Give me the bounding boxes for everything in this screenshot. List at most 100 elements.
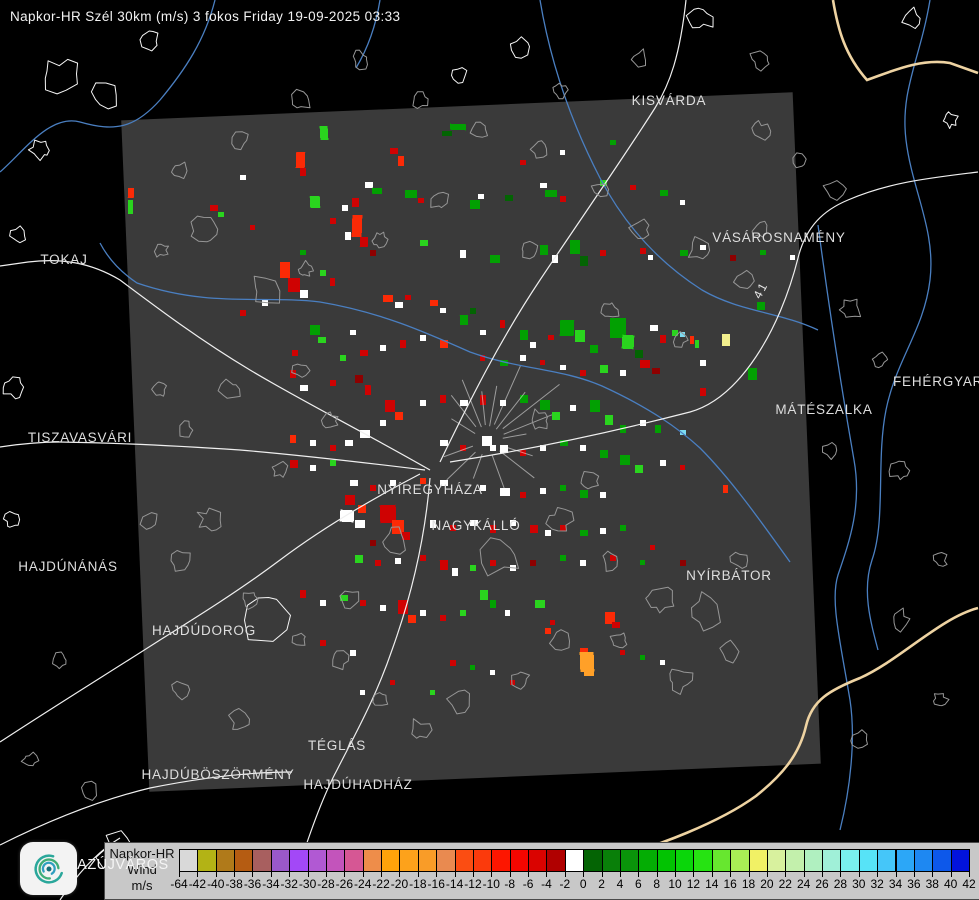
radar-cell (579, 444, 587, 452)
radar-cell (544, 529, 552, 537)
legend-color-box (436, 849, 456, 872)
radar-cell (351, 197, 360, 208)
legend-color-box (270, 849, 291, 872)
radar-cell (344, 231, 352, 241)
legend-tick-label: -34 (262, 877, 280, 891)
legend-tick-label: -10 (482, 877, 500, 891)
legend-color-box (215, 849, 236, 872)
legend-tick-label: -64 (170, 877, 188, 891)
legend-tick-label: -40 (207, 877, 225, 891)
radar-cell (539, 487, 547, 495)
radar-cell (354, 519, 366, 529)
radar-cell (397, 599, 409, 615)
radar-cell (540, 360, 545, 365)
city-label-vsrosnamny: VÁSÁROSNAMÉNY (712, 230, 846, 245)
legend-tick-label: 38 (925, 877, 939, 891)
radar-cell (309, 195, 321, 209)
radar-cell (759, 249, 767, 256)
radar-cell (600, 528, 606, 534)
legend-color-box (325, 849, 346, 872)
radar-cell (721, 333, 731, 347)
legend-color-box (399, 849, 419, 872)
legend-tick-label: -30 (298, 877, 317, 891)
radar-cell (364, 181, 374, 189)
radar-app-window: Napkor-HR Szél 30km (m/s) 3 fokos Friday… (0, 0, 979, 900)
city-label-mtszalka: MÁTÉSZALKA (775, 402, 873, 417)
radar-cell (539, 244, 549, 256)
radar-cell (534, 599, 546, 609)
radar-cell (380, 605, 386, 611)
radar-cell (551, 411, 561, 421)
radar-cell (394, 301, 404, 309)
radar-cell (559, 484, 567, 492)
legend-tick-label: 4 (616, 877, 624, 891)
radar-cell (249, 224, 256, 231)
radar-cell (619, 454, 631, 466)
legend-color-box (730, 849, 750, 872)
legend-color-box (822, 849, 842, 872)
radar-cell (579, 255, 589, 267)
legend-tick-label: -38 (225, 877, 243, 891)
radar-cell (689, 335, 695, 345)
legend-color-box (913, 849, 934, 872)
legend-title-line3: m/s (131, 878, 153, 893)
radar-cell (700, 360, 706, 366)
radar-cell (479, 589, 489, 601)
legend-color-box (381, 849, 401, 872)
legend-tick-label: 24 (796, 877, 811, 891)
radar-cell (589, 399, 601, 413)
radar-cell (659, 459, 667, 467)
legend-color-box (179, 849, 199, 872)
city-label-hajdnns: HAJDÚNÁNÁS (18, 559, 118, 574)
radar-cell (509, 679, 516, 686)
radar-cell (354, 554, 364, 564)
radar-cell (630, 185, 636, 190)
radar-cell (127, 199, 134, 215)
legend-color-box (546, 849, 566, 872)
legend-color-box (362, 849, 383, 872)
radar-cell (439, 439, 449, 447)
radar-cell (679, 249, 689, 257)
radar-cell (619, 369, 627, 377)
radar-cell (379, 344, 387, 352)
radar-cell (459, 399, 469, 407)
radar-cell (319, 599, 327, 607)
radar-cell (295, 151, 306, 169)
radar-cell (499, 319, 506, 329)
legend-tick-label: -12 (464, 877, 482, 891)
legend-color-box (307, 849, 327, 872)
radar-cell (289, 434, 297, 444)
radar-cell (299, 167, 307, 177)
radar-cell (469, 664, 476, 671)
city-label-nyregyhza: NYÍREGYHÁZA (377, 482, 483, 497)
radar-cell (449, 659, 457, 667)
radar-cell (379, 419, 387, 427)
city-label-nagykll: NAGYKÁLLÓ (431, 518, 521, 533)
legend-color-box (675, 849, 695, 872)
radar-cell (459, 249, 467, 259)
radar-cell (519, 354, 527, 362)
legend-color-box (472, 849, 493, 872)
app-logo-icon[interactable] (20, 842, 77, 895)
legend-color-box (711, 849, 732, 872)
radar-cell (650, 325, 658, 331)
legend-tick-label: -32 (280, 877, 298, 891)
radar-cell (611, 621, 621, 629)
radar-cell (127, 187, 135, 199)
legend-tick-label: 0 (579, 877, 587, 891)
radar-cell (469, 564, 477, 572)
legend-tick-label: 28 (833, 877, 848, 891)
radar-cell (544, 627, 552, 635)
legend-tick-label: -16 (427, 877, 445, 891)
radar-cell (604, 414, 614, 426)
radar-map[interactable] (0, 0, 979, 900)
legend-tick-label: -26 (335, 877, 354, 891)
radar-cell (520, 395, 528, 403)
radar-cell (354, 374, 364, 384)
legend-tick-label: 8 (653, 877, 661, 891)
radar-cell (619, 649, 626, 656)
radar-cell (574, 329, 586, 343)
radar-cell (404, 294, 412, 301)
legend-tick-label: -6 (522, 877, 534, 891)
legend-tick-label: -8 (504, 877, 516, 891)
